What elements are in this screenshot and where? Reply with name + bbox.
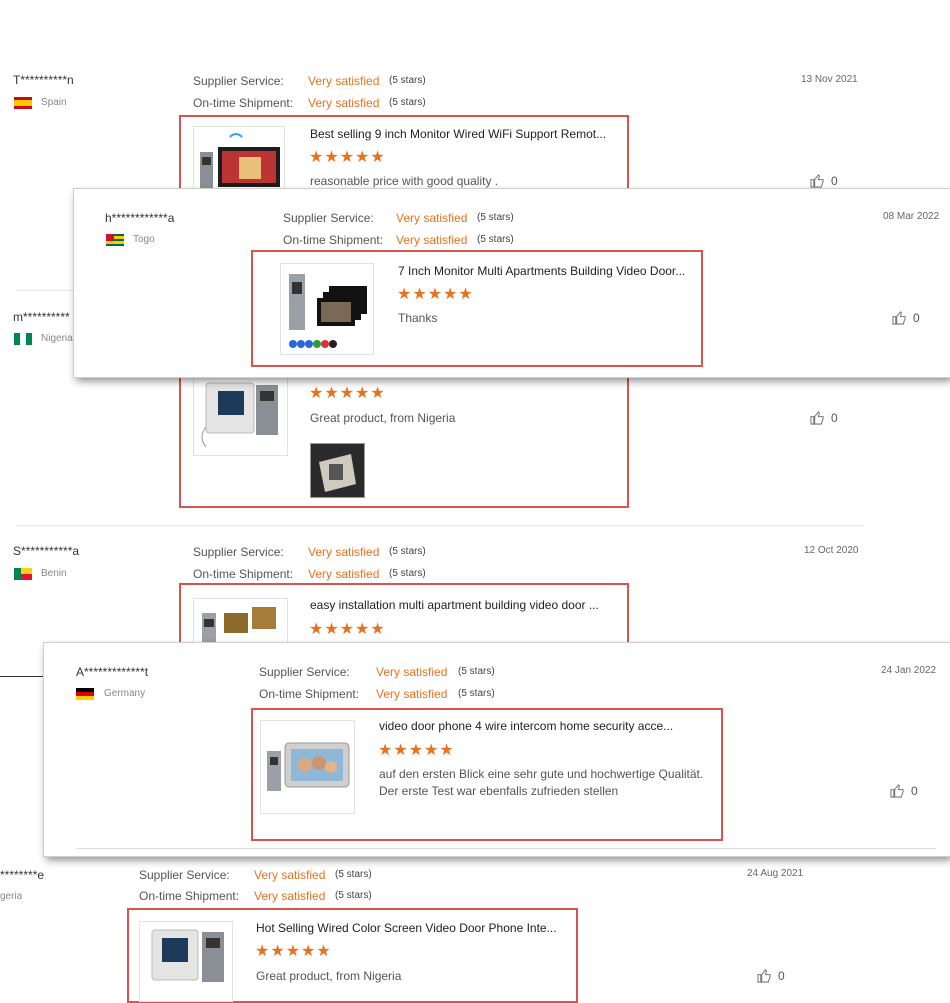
supplier-service-label: Supplier Service:: [283, 211, 374, 225]
like-button[interactable]: 0: [757, 969, 785, 983]
product-image[interactable]: [280, 263, 374, 355]
supplier-service-stars: (5 stars): [458, 666, 495, 677]
star-rating: ★★★★★: [309, 385, 386, 402]
on-time-shipment-value: Very satisfied: [396, 233, 468, 247]
product-title[interactable]: video door phone 4 wire intercom home se…: [379, 719, 673, 733]
product-image[interactable]: [260, 720, 355, 814]
reviewer-name: h************a: [105, 211, 175, 225]
on-time-shipment-label: On-time Shipment:: [193, 567, 294, 581]
supplier-service-value: Very satisfied: [376, 665, 448, 679]
reviewer-name: T**********n: [13, 73, 74, 87]
thumbs-up-icon: [757, 969, 771, 983]
on-time-shipment-label: On-time Shipment:: [283, 233, 384, 247]
on-time-shipment-value: Very satisfied: [376, 687, 448, 701]
star-rating: ★★★★★: [397, 286, 474, 303]
on-time-shipment-stars: (5 stars): [458, 688, 495, 699]
on-time-shipment-value: Very satisfied: [308, 567, 380, 581]
review-comment: reasonable price with good quality .: [310, 174, 499, 188]
product-title[interactable]: Hot Selling Wired Color Screen Video Doo…: [256, 921, 557, 935]
supplier-service-value: Very satisfied: [308, 545, 380, 559]
like-button[interactable]: 0: [890, 784, 918, 798]
supplier-service-stars: (5 stars): [335, 869, 372, 880]
review-divider: [15, 525, 863, 526]
supplier-service-label: Supplier Service:: [193, 74, 284, 88]
on-time-shipment-value: Very satisfied: [254, 889, 326, 903]
thumbs-up-icon: [810, 411, 824, 425]
on-time-shipment-label: On-time Shipment:: [139, 889, 240, 903]
supplier-service-value: Very satisfied: [254, 868, 326, 882]
review-card-togo: h************a Togo Supplier Service: Ve…: [74, 189, 950, 377]
review-card-germany: A*************t Germany Supplier Service…: [44, 643, 950, 856]
reviewer-country: Spain: [41, 97, 67, 108]
review-divider: [76, 848, 936, 849]
like-count: 0: [778, 969, 785, 983]
on-time-shipment-label: On-time Shipment:: [193, 96, 294, 110]
star-rating: ★★★★★: [378, 742, 455, 759]
review-comment: Great product, from Nigeria: [310, 411, 456, 425]
divider-line: [0, 676, 44, 677]
review-collage: T**********n Spain Supplier Service: Ver…: [0, 0, 950, 1003]
review-date: 24 Aug 2021: [747, 868, 804, 879]
like-count: 0: [831, 411, 838, 425]
product-title[interactable]: easy installation multi apartment buildi…: [310, 598, 599, 612]
on-time-shipment-value: Very satisfied: [308, 96, 380, 110]
star-rating: ★★★★★: [255, 943, 332, 960]
supplier-service-stars: (5 stars): [477, 212, 514, 223]
like-button[interactable]: 0: [810, 174, 838, 188]
reviewer-name: m**********: [13, 310, 70, 324]
review-comment: Thanks: [398, 311, 438, 325]
reviewer-country: Benin: [41, 568, 67, 579]
like-count: 0: [911, 784, 918, 798]
on-time-shipment-stars: (5 stars): [389, 97, 426, 108]
review-divider: [15, 290, 75, 291]
product-title[interactable]: 7 Inch Monitor Multi Apartments Building…: [398, 264, 685, 278]
supplier-service-stars: (5 stars): [389, 546, 426, 557]
reviewer-country: Togo: [133, 234, 155, 245]
supplier-service-label: Supplier Service:: [139, 868, 230, 882]
like-button[interactable]: 0: [892, 311, 920, 325]
thumbs-up-icon: [892, 311, 906, 325]
product-image[interactable]: [193, 126, 285, 190]
reviewer-name: S***********a: [13, 544, 80, 558]
review-comment-line1: auf den ersten Blick eine sehr gute und …: [379, 767, 704, 781]
review-comment: Great product, from Nigeria: [256, 969, 402, 983]
spain-flag: [14, 97, 32, 109]
reviewer-country: Germany: [104, 688, 146, 699]
review-date: 13 Nov 2021: [801, 74, 858, 85]
product-image[interactable]: [139, 921, 233, 1002]
togo-flag: [106, 234, 124, 246]
reviewer-country: Nigeria: [41, 333, 73, 344]
review-photo[interactable]: [310, 443, 365, 498]
benin-flag: [14, 568, 32, 580]
thumbs-up-icon: [810, 174, 824, 188]
on-time-shipment-stars: (5 stars): [335, 890, 372, 901]
thumbs-up-icon: [890, 784, 904, 798]
reviewer-country: geria: [0, 891, 23, 902]
star-rating: ★★★★★: [309, 621, 386, 638]
supplier-service-value: Very satisfied: [396, 211, 468, 225]
like-count: 0: [831, 174, 838, 188]
review-date: 12 Oct 2020: [804, 545, 859, 556]
supplier-service-stars: (5 stars): [389, 75, 426, 86]
nigeria-flag: [14, 333, 32, 345]
review-comment-line2: Der erste Test war ebenfalls zufrieden s…: [379, 784, 619, 798]
supplier-service-label: Supplier Service:: [259, 665, 350, 679]
supplier-service-label: Supplier Service:: [193, 545, 284, 559]
review-date: 24 Jan 2022: [881, 665, 937, 676]
on-time-shipment-stars: (5 stars): [389, 568, 426, 579]
supplier-service-value: Very satisfied: [308, 74, 380, 88]
product-title[interactable]: Best selling 9 inch Monitor Wired WiFi S…: [310, 127, 606, 141]
like-button[interactable]: 0: [810, 411, 838, 425]
on-time-shipment-stars: (5 stars): [477, 234, 514, 245]
germany-flag: [76, 688, 94, 700]
reviewer-name: ********e: [0, 868, 45, 882]
on-time-shipment-label: On-time Shipment:: [259, 687, 360, 701]
star-rating: ★★★★★: [309, 149, 386, 166]
reviewer-name: A*************t: [76, 665, 149, 679]
product-image[interactable]: [193, 376, 288, 456]
like-count: 0: [913, 311, 920, 325]
review-date: 08 Mar 2022: [883, 211, 940, 222]
